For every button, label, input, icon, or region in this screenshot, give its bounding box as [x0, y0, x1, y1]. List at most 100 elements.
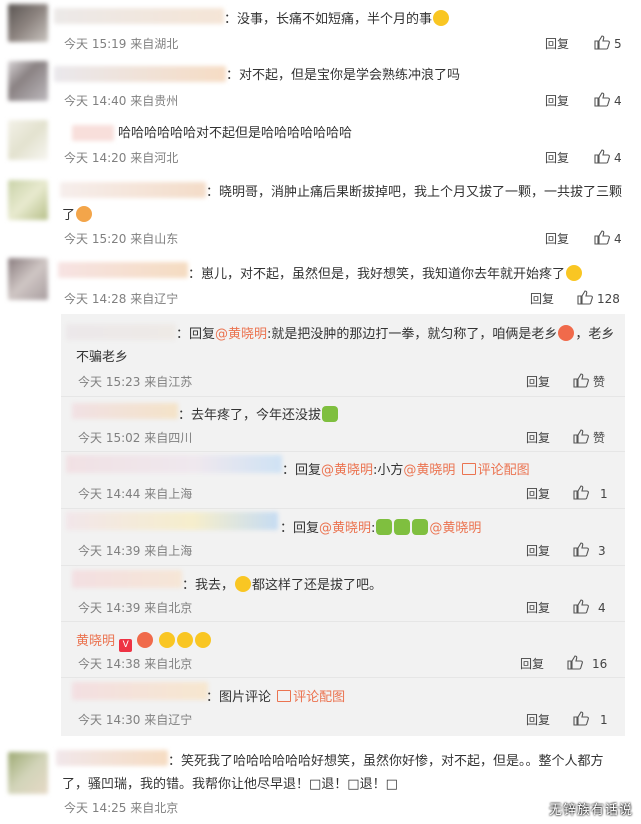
username[interactable] — [72, 403, 178, 419]
like-icon[interactable] — [594, 149, 610, 164]
like-icon[interactable] — [573, 485, 589, 500]
comment-meta: 今天 14:20 来自河北 — [64, 151, 179, 165]
shy-emoji-icon — [558, 325, 575, 341]
like-icon[interactable] — [573, 599, 589, 614]
avatar[interactable] — [8, 4, 48, 42]
mention-link[interactable]: @黄晓明 — [215, 327, 267, 342]
watermark: 无锌族有话说 — [548, 803, 633, 818]
mention-link[interactable]: @黄晓明 — [319, 521, 371, 536]
like-icon[interactable] — [594, 92, 610, 107]
like-icon[interactable] — [573, 711, 589, 726]
comment-meta: 今天 14:40 来自贵州 — [64, 94, 179, 108]
muscle-emoji-icon — [76, 206, 93, 222]
comment-text-line2: 了 — [62, 206, 93, 225]
image-icon — [461, 463, 476, 475]
username[interactable] — [54, 66, 226, 82]
reply-meta: 今天 14:39 来自北京 — [78, 601, 193, 615]
avatar[interactable] — [8, 258, 48, 300]
avatar[interactable] — [8, 61, 48, 101]
reply-button[interactable]: 回复 — [526, 486, 550, 502]
like-count: 赞 — [593, 431, 606, 445]
reply-text: ：去年疼了，今年还没拔 — [178, 406, 339, 425]
like-count: 3 — [598, 544, 606, 558]
comment-meta: 今天 14:25 来自北京 — [64, 801, 179, 815]
like-icon[interactable] — [567, 655, 583, 670]
like-count: 5 — [614, 37, 622, 51]
image-icon — [277, 690, 292, 702]
sad-emoji-icon — [322, 406, 339, 422]
reply-button[interactable]: 回复 — [545, 36, 569, 52]
reply-text: ：图片评论 评论配图 — [206, 690, 346, 705]
avatar[interactable] — [8, 120, 48, 160]
like-icon[interactable] — [573, 373, 589, 388]
reply-text: ：回复@黄晓明:就是把没肿的那边打一拳，就匀称了，咱俩是老乡 ，老乡 — [176, 325, 615, 342]
reply-meta: 今天 14:30 来自辽宁 — [78, 713, 193, 727]
username[interactable] — [56, 750, 168, 766]
avatar[interactable] — [8, 180, 48, 220]
reply-button[interactable]: 回复 — [526, 374, 550, 390]
reply-button[interactable]: 回复 — [526, 543, 550, 559]
verified-icon: V — [119, 639, 133, 652]
divider — [61, 677, 625, 678]
divider — [61, 508, 625, 509]
comment-text: ：晓明哥，消肿止痛后果断拔掉吧，我上个月又拔了一颗，一共拔了三颗 — [206, 185, 623, 200]
reply-button[interactable]: 回复 — [526, 430, 550, 446]
reply-button[interactable]: 回复 — [530, 291, 554, 307]
smile-emoji-icon — [159, 632, 176, 648]
smile-emoji-icon — [195, 632, 212, 648]
username[interactable] — [66, 324, 176, 340]
laughing-emoji-icon — [566, 265, 583, 281]
reply-text: ：回复@黄晓明: @黄晓明 — [280, 519, 482, 536]
comment-image-link[interactable]: 评论配图 — [460, 463, 530, 478]
username[interactable] — [72, 682, 208, 700]
comment-text: ：对不起，但是宝你是学会熟练冲浪了吗 — [226, 68, 461, 83]
username[interactable] — [72, 125, 114, 141]
mention-link[interactable]: @黄晓明 — [321, 463, 373, 478]
reply-button[interactable]: 回复 — [545, 150, 569, 166]
username[interactable] — [66, 512, 278, 530]
like-icon[interactable] — [594, 230, 610, 245]
reply-button[interactable]: 回复 — [520, 656, 544, 672]
like-count: 1 — [600, 487, 608, 501]
cry-emoji-icon — [412, 519, 429, 535]
cry-emoji-icon — [394, 519, 411, 535]
username[interactable] — [72, 570, 182, 588]
username[interactable] — [54, 8, 224, 24]
reply-button[interactable]: 回复 — [526, 712, 550, 728]
comment-text: 哈哈哈哈哈哈对不起但是哈哈哈哈哈哈哈 — [118, 126, 353, 141]
username[interactable] — [60, 182, 206, 198]
reply-text-line2: 不骗老乡 — [76, 350, 129, 365]
divider — [61, 565, 625, 566]
like-count: 4 — [614, 232, 622, 246]
like-icon[interactable] — [573, 429, 589, 444]
reply-button[interactable]: 回复 — [545, 231, 569, 247]
reply-text: 黄晓明 V — [76, 632, 212, 652]
avatar[interactable] — [8, 752, 48, 794]
mention-link[interactable]: @黄晓明 — [429, 521, 481, 536]
like-icon[interactable] — [577, 290, 593, 305]
like-count: 赞 — [593, 375, 606, 389]
comment-meta: 今天 15:19 来自湖北 — [64, 37, 179, 51]
username-link[interactable]: 黄晓明 — [76, 634, 115, 649]
like-count: 4 — [614, 94, 622, 108]
reply-text: ：我去， 都这样了还是拔了吧。 — [182, 576, 383, 593]
like-count: 1 — [600, 713, 608, 727]
like-icon[interactable] — [594, 35, 610, 50]
divider — [61, 451, 625, 452]
username[interactable] — [58, 262, 188, 278]
mention-link[interactable]: @黄晓明 — [403, 463, 455, 478]
cry-emoji-icon — [376, 519, 393, 535]
comment-text: ：崽儿，对不起，虽然但是，我好想笑，我知道你去年就开始疼了 — [188, 265, 583, 284]
username[interactable] — [66, 455, 282, 473]
comment-image-link[interactable]: 评论配图 — [275, 690, 345, 705]
reply-button[interactable]: 回复 — [545, 93, 569, 109]
like-count: 128 — [597, 292, 620, 306]
reply-meta: 今天 14:39 来自上海 — [78, 544, 193, 558]
smile-emoji-icon — [177, 632, 194, 648]
shocked-emoji-icon — [235, 576, 252, 592]
like-count: 4 — [614, 151, 622, 165]
comment-text: ：笑死我了哈哈哈哈哈哈好想笑，虽然你好惨，对不起，但是。。整个人都方 — [168, 754, 604, 769]
reply-button[interactable]: 回复 — [526, 600, 550, 616]
like-icon[interactable] — [573, 542, 589, 557]
comment-text: ：没事，长痛不如短痛，半个月的事 — [224, 10, 450, 29]
